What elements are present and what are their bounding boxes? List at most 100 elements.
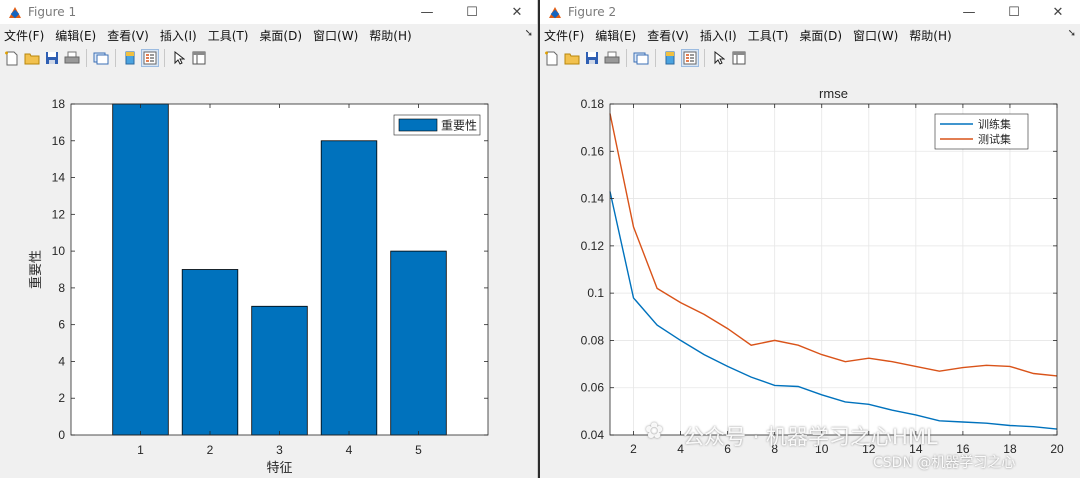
legend-label: 测试集 [978, 132, 1011, 146]
figure2-title: Figure 2 [568, 5, 617, 19]
x-tick-label: 2 [207, 443, 214, 457]
figure2-toolbar [540, 46, 1080, 71]
figure1-menubar: 文件(F) 编辑(E) 查看(V) 插入(I) 工具(T) 桌面(D) 窗口(W… [0, 24, 537, 46]
y-tick-label: 0.08 [581, 333, 605, 347]
menu-tools[interactable]: 工具(T) [208, 27, 249, 44]
y-tick-label: 8 [58, 281, 65, 295]
y-tick-label: 14 [52, 171, 66, 185]
figure1-titlebar[interactable]: Figure 1 — ☐ ✕ [0, 0, 537, 24]
y-tick-label: 16 [52, 134, 66, 148]
x-tick-label: 1 [137, 443, 144, 457]
matlab-icon [8, 5, 22, 19]
x-tick-label: 5 [415, 443, 422, 457]
link-plot-icon[interactable] [93, 50, 109, 66]
y-tick-label: 12 [52, 207, 66, 221]
menu-overflow-icon[interactable]: ➘ [525, 28, 533, 39]
menu-window[interactable]: 窗口(W) [313, 27, 358, 44]
y-tick-label: 0.06 [581, 381, 605, 395]
y-tick-label: 0 [58, 428, 65, 442]
maximize-button[interactable]: ☐ [450, 0, 494, 24]
minimize-button[interactable]: — [405, 0, 449, 24]
y-tick-label: 0.14 [581, 192, 605, 206]
y-axis-label: 重要性 [28, 250, 44, 289]
bar [390, 250, 447, 436]
save-icon[interactable] [584, 50, 600, 66]
bar-chart: 0246810121416181 2 3 4 5特征重要性重要性 [28, 97, 489, 476]
menu-insert[interactable]: 插入(I) [700, 27, 737, 44]
menu-overflow-icon[interactable]: ➘ [1068, 28, 1076, 39]
property-inspector-icon[interactable] [731, 50, 747, 66]
pointer-icon[interactable] [711, 50, 727, 66]
y-tick-label: 2 [58, 391, 65, 405]
y-tick-label: 0.04 [581, 428, 605, 442]
watermark-logo-icon: ✿ [645, 419, 664, 444]
menu-window[interactable]: 窗口(W) [853, 27, 898, 44]
figure1-canvas: 0 2 4 6 8 10 12 14 16 18 1 2 3 4 5 特征 重要性 重要性 [0, 70, 537, 478]
figure1-title: Figure 1 [28, 5, 77, 19]
menu-file[interactable]: 文件(F) [544, 27, 584, 44]
legend-icon[interactable] [681, 49, 699, 67]
toolbar-separator [86, 49, 87, 67]
toolbar-separator [704, 49, 705, 67]
bar [251, 305, 308, 436]
figure2-window: Figure 2 — ☐ ✕ 文件(F) 编辑(E) 查看(V) 插入(I) 工… [540, 0, 1080, 478]
x-tick-label: 20 [1050, 442, 1064, 456]
figure2-titlebar[interactable]: Figure 2 — ☐ ✕ [540, 0, 1080, 24]
matlab-icon [548, 5, 562, 19]
legend-icon[interactable] [141, 49, 159, 67]
figure1-toolbar [0, 46, 537, 71]
chart-title: rmse [819, 86, 848, 101]
open-folder-icon[interactable] [564, 50, 580, 66]
close-button[interactable]: ✕ [1036, 0, 1080, 24]
toolbar-separator [115, 49, 116, 67]
bar [320, 140, 378, 436]
x-tick-label: 2 [630, 442, 637, 456]
x-tick-label: 4 [346, 443, 353, 457]
menu-desktop[interactable]: 桌面(D) [259, 27, 302, 44]
plot-area [610, 104, 1057, 435]
x-tick-label: 3 [276, 443, 283, 457]
x-axis-label: 特征 [266, 461, 292, 476]
open-folder-icon[interactable] [24, 50, 40, 66]
pointer-icon[interactable] [171, 50, 187, 66]
menu-edit[interactable]: 编辑(E) [595, 27, 636, 44]
toolbar-separator [164, 49, 165, 67]
line-chart: 0.040.060.080.10.120.140.160.182 4 6 8 10 12 1… [581, 86, 1064, 456]
close-button[interactable]: ✕ [495, 0, 537, 24]
y-tick-label: 0.1 [587, 286, 604, 300]
minimize-button[interactable]: — [947, 0, 991, 24]
menu-view[interactable]: 查看(V) [107, 27, 149, 44]
legend-label: 训练集 [978, 117, 1011, 131]
y-tick-label: 10 [52, 244, 66, 258]
print-icon[interactable] [604, 50, 620, 66]
y-tick-label: 0.16 [581, 144, 605, 158]
menu-help[interactable]: 帮助(H) [909, 27, 951, 44]
watermark-text: 公众号 · 机器学习之心HML [683, 425, 938, 449]
menu-edit[interactable]: 编辑(E) [55, 27, 96, 44]
print-icon[interactable] [64, 50, 80, 66]
figure1-window: Figure 1 — ☐ ✕ 文件(F) 编辑(E) 查看(V) 插入(I) 工… [0, 0, 538, 478]
menu-tools[interactable]: 工具(T) [748, 27, 789, 44]
bar [112, 103, 169, 436]
new-figure-icon[interactable] [544, 50, 560, 66]
toolbar-separator [655, 49, 656, 67]
colorbar-icon[interactable] [122, 50, 138, 66]
menu-file[interactable]: 文件(F) [4, 27, 44, 44]
new-figure-icon[interactable] [4, 50, 20, 66]
property-inspector-icon[interactable] [191, 50, 207, 66]
y-tick-label: 6 [58, 318, 65, 332]
colorbar-icon[interactable] [662, 50, 678, 66]
bar [181, 269, 239, 436]
maximize-button[interactable]: ☐ [992, 0, 1036, 24]
menu-desktop[interactable]: 桌面(D) [799, 27, 842, 44]
menu-insert[interactable]: 插入(I) [160, 27, 197, 44]
watermark-csdn: CSDN @机器学习之心 [873, 455, 1016, 471]
y-tick-label: 0.18 [581, 97, 605, 111]
legend-swatch [398, 118, 438, 132]
menu-help[interactable]: 帮助(H) [369, 27, 411, 44]
y-tick-label: 0.12 [581, 239, 605, 253]
legend-label: 重要性 [441, 119, 477, 133]
link-plot-icon[interactable] [633, 50, 649, 66]
save-icon[interactable] [44, 50, 60, 66]
menu-view[interactable]: 查看(V) [647, 27, 689, 44]
